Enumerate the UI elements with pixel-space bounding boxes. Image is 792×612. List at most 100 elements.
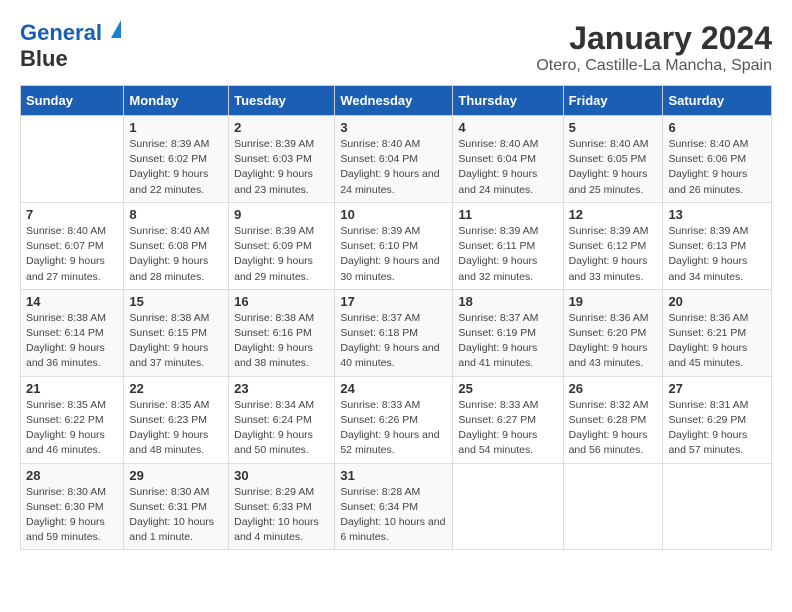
col-header-monday: Monday <box>124 86 229 116</box>
day-number: 7 <box>26 207 118 222</box>
day-info: Sunrise: 8:32 AMSunset: 6:28 PMDaylight:… <box>569 398 658 459</box>
day-number: 21 <box>26 381 118 396</box>
col-header-thursday: Thursday <box>453 86 563 116</box>
calendar-cell: 29 Sunrise: 8:30 AMSunset: 6:31 PMDayligh… <box>124 463 229 550</box>
day-info: Sunrise: 8:39 AMSunset: 6:13 PMDaylight:… <box>668 224 766 285</box>
day-info: Sunrise: 8:40 AMSunset: 6:04 PMDaylight:… <box>458 137 557 198</box>
calendar-cell: 14 Sunrise: 8:38 AMSunset: 6:14 PMDayligh… <box>21 289 124 376</box>
calendar-cell: 25Sunrise: 8:33 AMSunset: 6:27 PMDayligh… <box>453 376 563 463</box>
day-number: 17 <box>340 294 447 309</box>
calendar-week-row: 28 Sunrise: 8:30 AMSunset: 6:30 PMDayligh… <box>21 463 772 550</box>
calendar-cell: 27 Sunrise: 8:31 AMSunset: 6:29 PMDayligh… <box>663 376 772 463</box>
calendar-cell: 10Sunrise: 8:39 AMSunset: 6:10 PMDayligh… <box>335 202 453 289</box>
col-header-tuesday: Tuesday <box>229 86 335 116</box>
day-info: Sunrise: 8:40 AMSunset: 6:04 PMDaylight:… <box>340 137 447 198</box>
day-info: Sunrise: 8:40 AMSunset: 6:08 PMDaylight:… <box>129 224 223 285</box>
calendar-cell <box>453 463 563 550</box>
calendar-cell: 19 Sunrise: 8:36 AMSunset: 6:20 PMDayligh… <box>563 289 663 376</box>
calendar-cell: 26 Sunrise: 8:32 AMSunset: 6:28 PMDayligh… <box>563 376 663 463</box>
day-number: 26 <box>569 381 658 396</box>
day-info: Sunrise: 8:38 AMSunset: 6:15 PMDaylight:… <box>129 311 223 372</box>
calendar-cell: 20 Sunrise: 8:36 AMSunset: 6:21 PMDayligh… <box>663 289 772 376</box>
day-number: 19 <box>569 294 658 309</box>
day-info: Sunrise: 8:40 AMSunset: 6:06 PMDaylight:… <box>668 137 766 198</box>
calendar-cell: 28 Sunrise: 8:30 AMSunset: 6:30 PMDayligh… <box>21 463 124 550</box>
day-info: Sunrise: 8:39 AMSunset: 6:03 PMDaylight:… <box>234 137 329 198</box>
day-number: 18 <box>458 294 557 309</box>
day-number: 13 <box>668 207 766 222</box>
day-info: Sunrise: 8:39 AMSunset: 6:02 PMDaylight:… <box>129 137 223 198</box>
day-info: Sunrise: 8:33 AMSunset: 6:26 PMDaylight:… <box>340 398 447 459</box>
day-info: Sunrise: 8:38 AMSunset: 6:14 PMDaylight:… <box>26 311 118 372</box>
day-number: 31 <box>340 468 447 483</box>
day-number: 12 <box>569 207 658 222</box>
calendar-cell: 9Sunrise: 8:39 AMSunset: 6:09 PMDaylight… <box>229 202 335 289</box>
calendar-week-row: 7 Sunrise: 8:40 AMSunset: 6:07 PMDaylight… <box>21 202 772 289</box>
calendar-cell <box>21 116 124 203</box>
day-number: 14 <box>26 294 118 309</box>
calendar-week-row: 14 Sunrise: 8:38 AMSunset: 6:14 PMDayligh… <box>21 289 772 376</box>
col-header-saturday: Saturday <box>663 86 772 116</box>
calendar-cell: 12 Sunrise: 8:39 AMSunset: 6:12 PMDayligh… <box>563 202 663 289</box>
day-number: 8 <box>129 207 223 222</box>
day-info: Sunrise: 8:39 AMSunset: 6:12 PMDaylight:… <box>569 224 658 285</box>
day-info: Sunrise: 8:37 AMSunset: 6:18 PMDaylight:… <box>340 311 447 372</box>
calendar-cell: 2 Sunrise: 8:39 AMSunset: 6:03 PMDaylight… <box>229 116 335 203</box>
calendar-week-row: 1 Sunrise: 8:39 AMSunset: 6:02 PMDaylight… <box>21 116 772 203</box>
calendar-cell: 13 Sunrise: 8:39 AMSunset: 6:13 PMDayligh… <box>663 202 772 289</box>
day-number: 24 <box>340 381 447 396</box>
day-info: Sunrise: 8:38 AMSunset: 6:16 PMDaylight:… <box>234 311 329 372</box>
calendar-cell: 21 Sunrise: 8:35 AMSunset: 6:22 PMDayligh… <box>21 376 124 463</box>
calendar-cell: 6 Sunrise: 8:40 AMSunset: 6:06 PMDaylight… <box>663 116 772 203</box>
day-info: Sunrise: 8:31 AMSunset: 6:29 PMDaylight:… <box>668 398 766 459</box>
day-info: Sunrise: 8:35 AMSunset: 6:23 PMDaylight:… <box>129 398 223 459</box>
day-number: 6 <box>668 120 766 135</box>
day-number: 1 <box>129 120 223 135</box>
calendar-cell: 23 Sunrise: 8:34 AMSunset: 6:24 PMDayligh… <box>229 376 335 463</box>
calendar-cell: 4 Sunrise: 8:40 AMSunset: 6:04 PMDaylight… <box>453 116 563 203</box>
day-number: 28 <box>26 468 118 483</box>
day-info: Sunrise: 8:35 AMSunset: 6:22 PMDaylight:… <box>26 398 118 459</box>
calendar-cell: 5 Sunrise: 8:40 AMSunset: 6:05 PMDaylight… <box>563 116 663 203</box>
calendar-cell <box>563 463 663 550</box>
day-number: 20 <box>668 294 766 309</box>
day-number: 5 <box>569 120 658 135</box>
col-header-wednesday: Wednesday <box>335 86 453 116</box>
day-info: Sunrise: 8:36 AMSunset: 6:21 PMDaylight:… <box>668 311 766 372</box>
col-header-friday: Friday <box>563 86 663 116</box>
page-container: General Blue January 2024 Otero, Castill… <box>20 20 772 550</box>
col-header-sunday: Sunday <box>21 86 124 116</box>
day-number: 29 <box>129 468 223 483</box>
day-number: 27 <box>668 381 766 396</box>
day-number: 25 <box>458 381 557 396</box>
header: General Blue January 2024 Otero, Castill… <box>20 20 772 75</box>
calendar-cell: 7 Sunrise: 8:40 AMSunset: 6:07 PMDaylight… <box>21 202 124 289</box>
day-number: 4 <box>458 120 557 135</box>
day-info: Sunrise: 8:29 AMSunset: 6:33 PMDaylight:… <box>234 485 329 546</box>
calendar-cell: 11Sunrise: 8:39 AMSunset: 6:11 PMDayligh… <box>453 202 563 289</box>
logo: General Blue <box>20 20 121 73</box>
calendar-cell: 3Sunrise: 8:40 AMSunset: 6:04 PMDaylight… <box>335 116 453 203</box>
calendar-table: SundayMondayTuesdayWednesdayThursdayFrid… <box>20 85 772 550</box>
calendar-cell: 22Sunrise: 8:35 AMSunset: 6:23 PMDayligh… <box>124 376 229 463</box>
calendar-cell <box>663 463 772 550</box>
day-info: Sunrise: 8:39 AMSunset: 6:11 PMDaylight:… <box>458 224 557 285</box>
day-info: Sunrise: 8:34 AMSunset: 6:24 PMDaylight:… <box>234 398 329 459</box>
calendar-cell: 16Sunrise: 8:38 AMSunset: 6:16 PMDayligh… <box>229 289 335 376</box>
title-section: January 2024 Otero, Castille-La Mancha, … <box>536 20 772 75</box>
day-info: Sunrise: 8:36 AMSunset: 6:20 PMDaylight:… <box>569 311 658 372</box>
day-info: Sunrise: 8:40 AMSunset: 6:07 PMDaylight:… <box>26 224 118 285</box>
logo-triangle-icon <box>111 20 121 38</box>
day-info: Sunrise: 8:30 AMSunset: 6:30 PMDaylight:… <box>26 485 118 546</box>
day-info: Sunrise: 8:28 AMSunset: 6:34 PMDaylight:… <box>340 485 447 546</box>
day-number: 23 <box>234 381 329 396</box>
day-info: Sunrise: 8:30 AMSunset: 6:31 PMDaylight:… <box>129 485 223 546</box>
calendar-cell: 30 Sunrise: 8:29 AMSunset: 6:33 PMDayligh… <box>229 463 335 550</box>
month-title: January 2024 <box>536 20 772 57</box>
day-info: Sunrise: 8:40 AMSunset: 6:05 PMDaylight:… <box>569 137 658 198</box>
location-subtitle: Otero, Castille-La Mancha, Spain <box>536 57 772 75</box>
calendar-week-row: 21 Sunrise: 8:35 AMSunset: 6:22 PMDayligh… <box>21 376 772 463</box>
day-number: 2 <box>234 120 329 135</box>
calendar-cell: 31 Sunrise: 8:28 AMSunset: 6:34 PMDayligh… <box>335 463 453 550</box>
day-number: 30 <box>234 468 329 483</box>
